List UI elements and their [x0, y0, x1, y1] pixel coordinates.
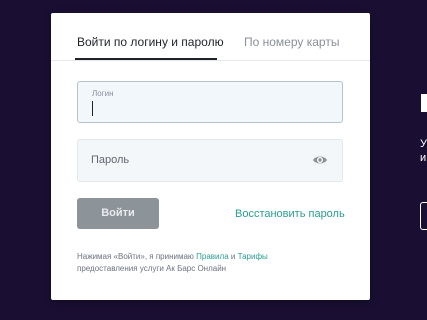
rules-link[interactable]: Правила [196, 252, 228, 261]
password-field[interactable]: Пароль [77, 139, 343, 182]
login-input[interactable] [94, 100, 324, 118]
tab-login-password[interactable]: Войти по логину и паролю [77, 35, 224, 49]
login-tabs: Войти по логину и паролю По номеру карты [51, 13, 370, 61]
login-card: Войти по логину и паролю По номеру карты… [51, 13, 370, 300]
text-cursor [92, 101, 93, 116]
submit-button[interactable]: Войти [77, 198, 159, 229]
side-text-line-1: У [420, 138, 427, 150]
side-button[interactable] [420, 202, 427, 230]
login-field-label: Логин [92, 89, 114, 98]
side-text: У и [420, 137, 427, 165]
password-placeholder: Пароль [91, 154, 130, 166]
side-heading [421, 94, 427, 112]
tab-card-number[interactable]: По номеру карты [244, 35, 339, 49]
terms-prefix: Нажимая «Войти», я принимаю [77, 252, 197, 261]
tariffs-link[interactable]: Тарифы [238, 252, 268, 261]
terms-notice: Нажимая «Войти», я принимаю Правила и Та… [77, 251, 347, 275]
terms-suffix: предоставления услуги Ак Барс Онлайн [77, 264, 227, 273]
login-field[interactable]: Логин [77, 81, 343, 123]
restore-password-link[interactable]: Восстановить пароль [235, 208, 345, 220]
eye-icon[interactable] [312, 153, 328, 167]
terms-and: и [228, 252, 238, 261]
active-tab-indicator [75, 58, 217, 60]
side-text-line-2: и [420, 152, 427, 164]
